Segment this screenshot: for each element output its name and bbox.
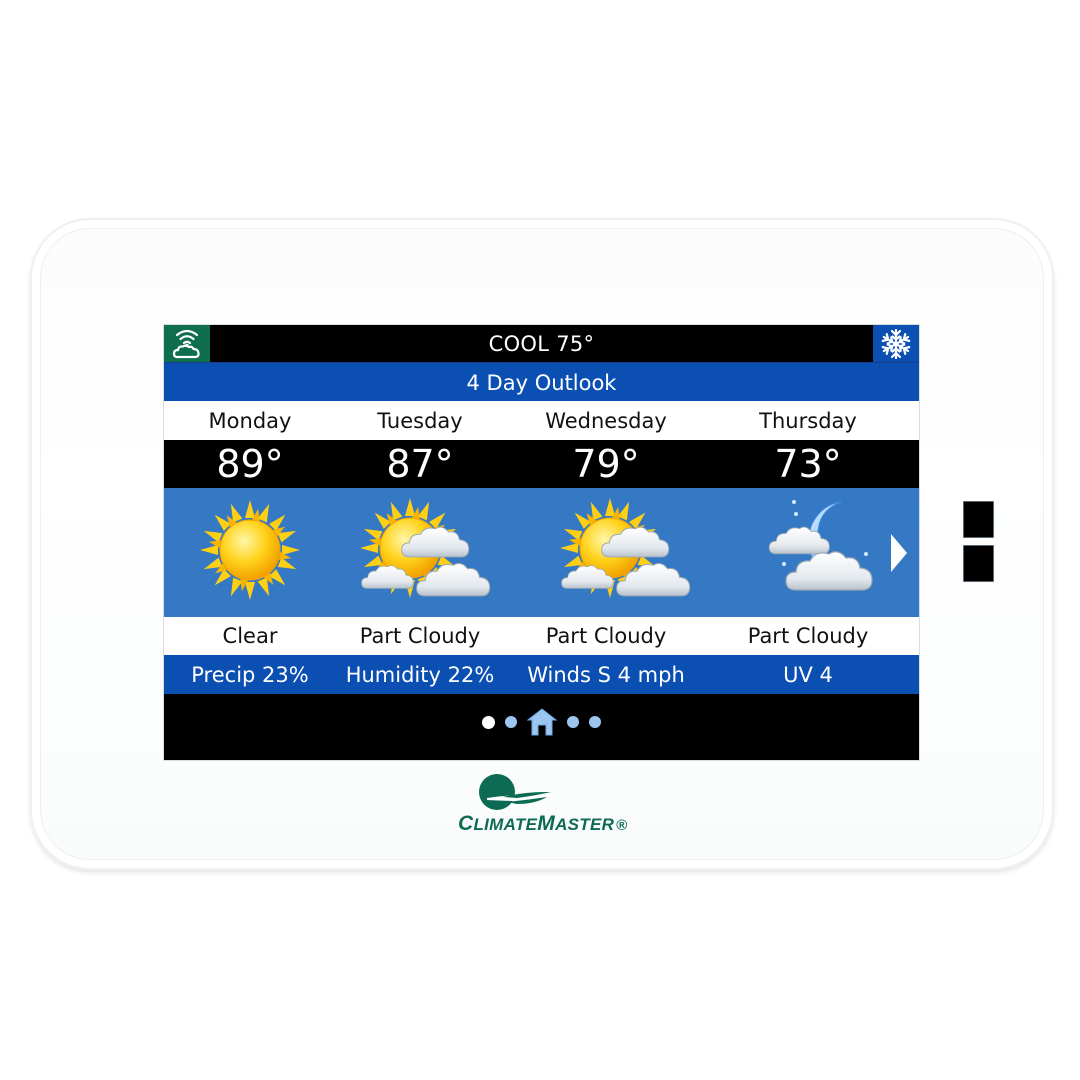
high-temp: 87° [386,442,454,486]
mode-setpoint[interactable]: COOL 75° [489,332,595,356]
home-icon[interactable] [527,708,557,736]
detail-label: Winds S 4 mph [527,662,685,687]
partly-cloudy-night-icon [768,500,873,591]
wifi-button[interactable] [164,325,210,362]
condition-label: Part Cloudy [747,624,869,648]
day-label: Monday [208,408,292,433]
day-label: Wednesday [545,408,667,433]
title-bar: 4 Day Outlook [164,362,919,402]
partly-cloudy-day-icon [360,498,491,598]
side-button-down[interactable] [963,545,994,582]
condition-label: Part Cloudy [545,624,667,648]
page-nav [164,694,919,760]
wifi-cloud-icon [172,329,200,358]
high-temp: 73° [774,442,842,486]
sunny-icon [200,500,300,600]
high-temp: 89° [216,442,284,486]
brand-name: CLIMATEMASTER ® [458,812,628,835]
globe-swoosh-icon [479,774,553,810]
thermostat-screen: COOL 75° 4 Day Outlook Monday Tuesday We… [164,325,919,760]
high-temp: 79° [572,442,640,486]
day-label: Tuesday [377,408,463,433]
page-dot-1[interactable] [482,715,495,729]
temperature-row: 89° 87° 79° 73° [164,440,919,488]
day-label: Thursday [759,408,857,433]
status-bar: COOL 75° [164,325,919,362]
detail-row: Precip 23% Humidity 22% Winds S 4 mph UV… [164,655,919,694]
weather-icon-row [164,488,919,617]
side-button-up[interactable] [963,501,994,538]
page-title: 4 Day Outlook [466,370,617,395]
condition-label: Clear [222,624,278,648]
cool-mode-button[interactable] [873,325,919,362]
snowflake-icon [880,328,912,359]
page-dot-5[interactable] [589,716,601,728]
partly-cloudy-day-icon [560,498,691,598]
detail-label: Humidity 22% [345,662,495,687]
climatemaster-logo: CLIMATEMASTER ® [455,770,655,840]
page-dot-4[interactable] [567,716,579,728]
page-dot-2[interactable] [505,716,517,728]
condition-row: Clear Part Cloudy Part Cloudy Part Cloud… [164,617,919,655]
condition-label: Part Cloudy [359,624,481,648]
day-row: Monday Tuesday Wednesday Thursday [164,401,919,440]
detail-label: UV 4 [783,662,833,687]
next-arrow-icon[interactable] [891,534,907,572]
detail-label: Precip 23% [191,662,309,687]
